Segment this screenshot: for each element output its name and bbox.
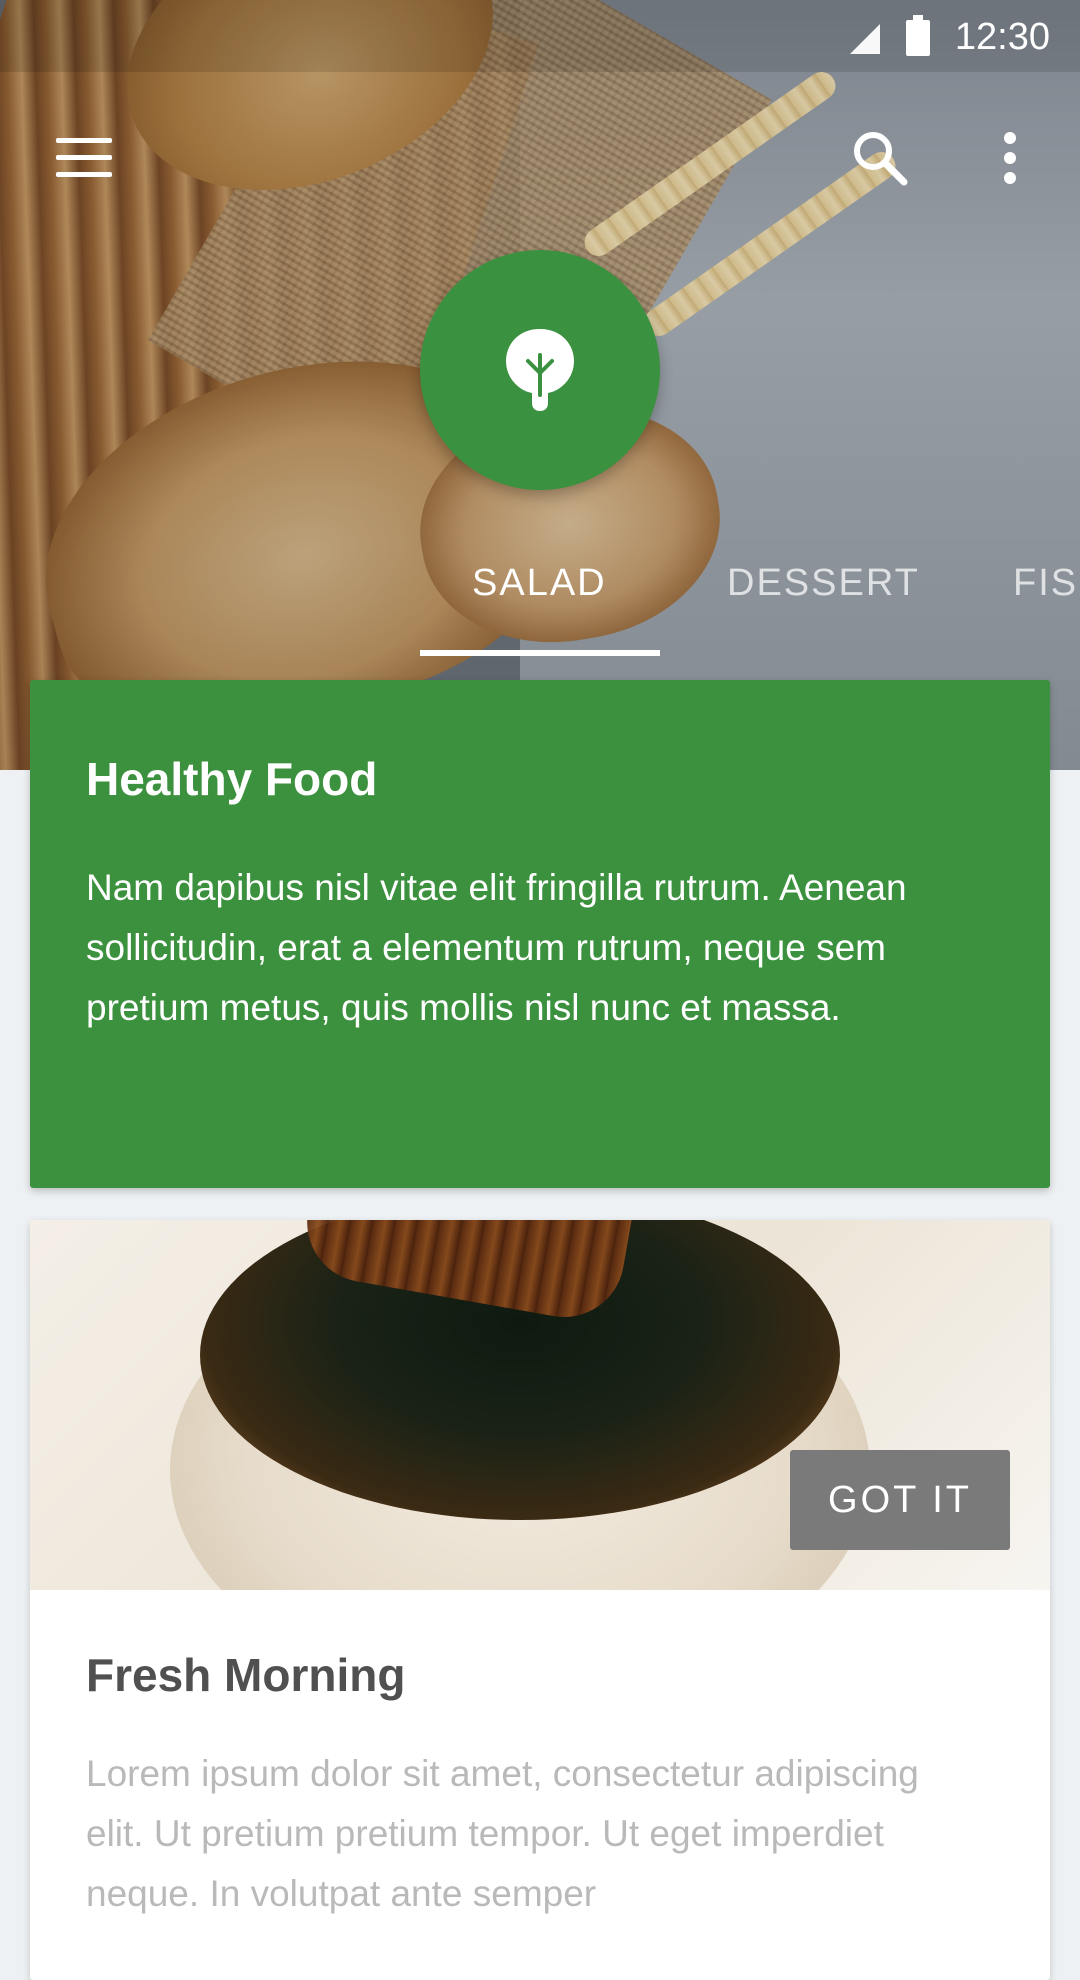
battery-icon xyxy=(906,15,930,56)
category-tabs: SALAD DESSERT FIS xyxy=(0,540,1080,656)
signal-icon xyxy=(850,24,880,54)
status-bar: 12:30 xyxy=(0,0,1080,72)
more-vert-icon[interactable] xyxy=(990,128,1030,188)
tab-salad[interactable]: SALAD xyxy=(472,562,607,605)
search-icon[interactable] xyxy=(850,128,910,188)
tab-indicator xyxy=(420,650,660,656)
healthy-food-card[interactable]: Healthy Food Nam dapibus nisl vitae elit… xyxy=(30,680,1050,1188)
card-title: Fresh Morning xyxy=(86,1649,406,1701)
tab-fish[interactable]: FIS xyxy=(1013,562,1078,605)
got-it-button[interactable]: GOT IT xyxy=(790,1450,1010,1550)
leaf-icon xyxy=(506,329,574,411)
card-body: Nam dapibus nisl vitae elit fringilla ru… xyxy=(86,867,907,1028)
tab-dessert[interactable]: DESSERT xyxy=(727,562,920,605)
card-photo-honey: GOT IT xyxy=(30,1220,1050,1590)
status-time: 12:30 xyxy=(954,16,1050,58)
menu-icon[interactable] xyxy=(56,138,112,178)
app-bar xyxy=(0,72,1080,240)
category-avatar xyxy=(420,250,660,490)
card-title: Healthy Food xyxy=(86,753,378,805)
fresh-morning-card[interactable]: GOT IT Fresh Morning Lorem ipsum dolor s… xyxy=(30,1220,1050,1980)
card-body: Lorem ipsum dolor sit amet, consectetur … xyxy=(86,1753,919,1914)
